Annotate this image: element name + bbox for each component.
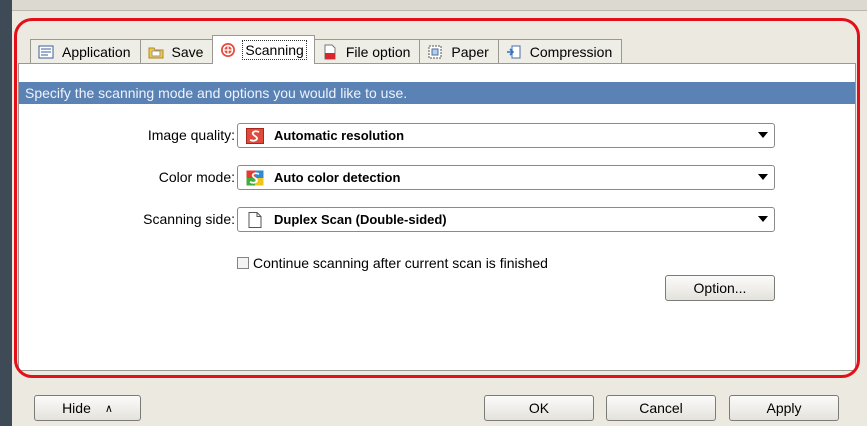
tab-label: Application — [62, 44, 131, 60]
continue-scanning-label[interactable]: Continue scanning after current scan is … — [253, 255, 548, 271]
tab-application[interactable]: Application — [30, 39, 141, 64]
page-icon — [248, 211, 262, 228]
tab-paper[interactable]: Paper — [419, 39, 499, 64]
tab-file-option[interactable]: File option — [313, 39, 421, 64]
panel-description: Specify the scanning mode and options yo… — [19, 82, 855, 104]
tab-strip: Application Save Scanning File option Pa… — [30, 34, 623, 64]
chevron-down-icon[interactable] — [758, 174, 768, 180]
scanning-side-value: Duplex Scan (Double-sided) — [274, 212, 447, 227]
color-mode-select[interactable]: Auto color detection — [237, 165, 775, 190]
image-quality-row: Image quality: Automatic resolution — [19, 123, 855, 149]
tab-label: Scanning — [242, 40, 307, 60]
hide-button[interactable]: Hide ∧ — [34, 395, 141, 421]
color-detection-icon — [246, 170, 264, 185]
chevron-up-icon: ∧ — [104, 402, 113, 415]
color-mode-label: Color mode: — [158, 169, 235, 185]
option-button[interactable]: Option... — [665, 275, 775, 301]
tab-compression[interactable]: Compression — [497, 39, 623, 64]
scanning-side-row: Scanning side: Duplex Scan (Double-sided… — [19, 207, 855, 233]
hide-label: Hide — [62, 400, 91, 416]
tab-label: File option — [345, 44, 411, 60]
top-edge — [12, 0, 867, 11]
tab-scanning[interactable]: Scanning — [212, 35, 315, 64]
window-edge — [0, 0, 12, 426]
continue-scanning-checkbox[interactable] — [237, 257, 249, 269]
color-mode-value: Auto color detection — [274, 170, 401, 185]
tab-label: Compression — [529, 44, 613, 60]
continue-scanning-option: Continue scanning after current scan is … — [237, 255, 548, 271]
folder-icon — [148, 47, 163, 59]
paper-icon — [428, 45, 442, 59]
tab-save[interactable]: Save — [139, 39, 214, 64]
cancel-button[interactable]: Cancel — [606, 395, 716, 421]
chevron-down-icon[interactable] — [758, 132, 768, 138]
scanning-icon — [221, 43, 236, 57]
color-mode-row: Color mode: Auto color detection — [19, 165, 855, 191]
tab-label: Paper — [451, 44, 489, 60]
image-quality-value: Automatic resolution — [274, 128, 405, 143]
scan-settings-dialog: Application Save Scanning File option Pa… — [0, 0, 867, 426]
ok-button[interactable]: OK — [484, 395, 594, 421]
compression-icon — [506, 45, 521, 59]
application-icon — [38, 45, 54, 59]
tab-label: Save — [171, 44, 204, 60]
image-quality-select[interactable]: Automatic resolution — [237, 123, 775, 148]
file-option-icon — [324, 44, 336, 60]
resolution-icon — [246, 127, 264, 144]
apply-button[interactable]: Apply — [729, 395, 839, 421]
scanning-panel: Specify the scanning mode and options yo… — [18, 63, 856, 371]
scanning-side-label: Scanning side: — [143, 211, 235, 227]
scanning-side-select[interactable]: Duplex Scan (Double-sided) — [237, 207, 775, 232]
chevron-down-icon[interactable] — [758, 216, 768, 222]
image-quality-label: Image quality: — [147, 127, 235, 143]
